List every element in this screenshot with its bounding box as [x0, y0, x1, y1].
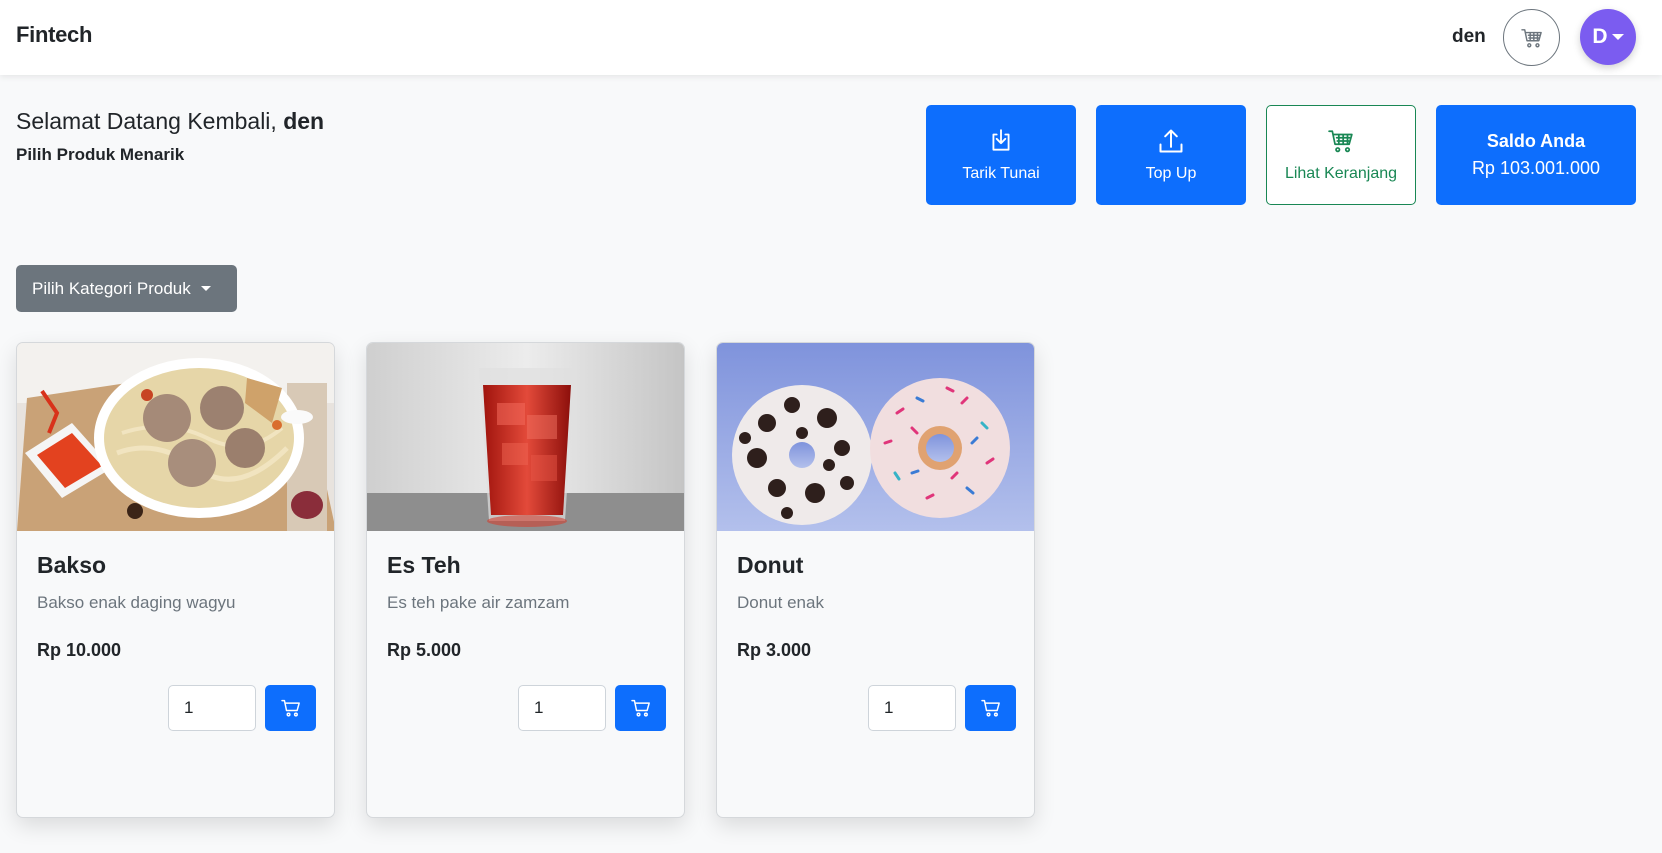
- category-dropdown[interactable]: Pilih Kategori Produk: [16, 265, 237, 312]
- product-title: Donut: [737, 552, 804, 578]
- welcome-greeting: Selamat Datang Kembali,: [16, 108, 277, 134]
- product-price: Rp 10.000: [37, 640, 122, 660]
- balance-value: Rp 103.001.000: [1471, 158, 1601, 178]
- page-subtitle: Pilih Produk Menarik: [16, 145, 185, 164]
- topup-button[interactable]: Top Up: [1096, 105, 1246, 205]
- avatar-initial: D: [1592, 25, 1608, 48]
- product-description: Bakso enak daging wagyu: [37, 593, 236, 612]
- nav-username: den: [1452, 26, 1486, 47]
- product-description: Es teh pake air zamzam: [387, 593, 570, 612]
- upload-icon: [1159, 129, 1183, 153]
- nav-cart-button[interactable]: [1503, 9, 1560, 66]
- cart-icon: [630, 699, 650, 717]
- cart-icon: [1520, 28, 1542, 47]
- product-image-bakso: [17, 343, 334, 531]
- avatar-dropdown[interactable]: D: [1580, 9, 1636, 65]
- product-price: Rp 5.000: [387, 640, 462, 660]
- view-cart-label: Lihat Keranjang: [1284, 165, 1398, 182]
- balance-title: Saldo Anda: [1486, 131, 1586, 151]
- product-card-bakso: Bakso Bakso enak daging wagyu Rp 10.000 …: [16, 342, 335, 818]
- product-image-donut: [717, 343, 1034, 531]
- chevron-down-icon: [1611, 34, 1624, 40]
- add-to-cart-button[interactable]: [265, 685, 316, 731]
- download-icon: [992, 129, 1010, 151]
- add-to-cart-button[interactable]: [965, 685, 1016, 731]
- add-to-cart-button[interactable]: [615, 685, 666, 731]
- brand-logo[interactable]: Fintech: [16, 22, 92, 48]
- topup-label: Top Up: [1145, 165, 1197, 182]
- welcome-name: den: [283, 108, 325, 134]
- withdraw-button[interactable]: Tarik Tunai: [926, 105, 1076, 205]
- balance-card[interactable]: Saldo Anda Rp 103.001.000: [1436, 105, 1636, 205]
- product-price: Rp 3.000: [737, 640, 812, 660]
- product-description: Donut enak: [737, 593, 824, 612]
- category-dropdown-label: Pilih Kategori Produk: [32, 278, 191, 298]
- quantity-input[interactable]: 1: [168, 685, 256, 731]
- chevron-down-icon: [200, 286, 211, 291]
- product-card-es-teh: Es Teh Es teh pake air zamzam Rp 5.000 1: [366, 342, 685, 818]
- navbar: Fintech den D: [0, 0, 1662, 75]
- product-title: Es Teh: [387, 552, 461, 578]
- welcome-heading: Selamat Datang Kembali, den: [16, 108, 324, 135]
- cart-icon: [280, 699, 300, 717]
- view-cart-button[interactable]: Lihat Keranjang: [1266, 105, 1416, 205]
- product-card-donut: Donut Donut enak Rp 3.000 1: [716, 342, 1035, 818]
- withdraw-label: Tarik Tunai: [962, 165, 1040, 182]
- product-title: Bakso: [37, 552, 107, 578]
- product-image-es-teh: [367, 343, 684, 531]
- cart-icon: [980, 699, 1000, 717]
- quantity-input[interactable]: 1: [518, 685, 606, 731]
- cart-icon: [1328, 130, 1353, 153]
- quantity-input[interactable]: 1: [868, 685, 956, 731]
